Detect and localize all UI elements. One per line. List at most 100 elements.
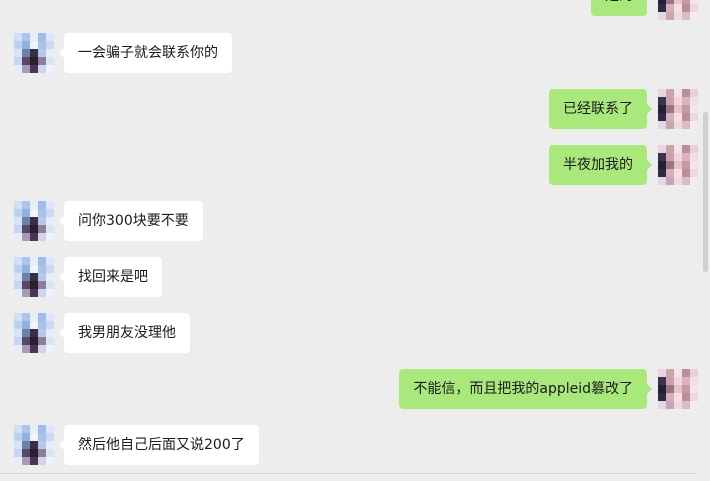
avatar-pixel <box>674 377 682 385</box>
avatar-pixel <box>690 121 698 129</box>
contact-avatar-self[interactable] <box>658 89 698 129</box>
avatar-pixel <box>22 265 30 273</box>
avatar-pixel <box>30 65 38 73</box>
avatar-pixel <box>30 441 38 449</box>
avatar-pixel <box>682 89 690 97</box>
avatar-pixel <box>22 329 30 337</box>
message-bubble-outgoing[interactable]: 是的 <box>591 0 652 16</box>
avatar-pixel <box>666 401 674 409</box>
avatar-pixel <box>38 433 46 441</box>
avatar-pixel <box>14 41 22 49</box>
avatar-pixel <box>666 97 674 105</box>
avatar-pixel <box>22 65 30 73</box>
message-bubble-incoming[interactable]: 我男朋友没理他 <box>59 313 190 353</box>
message-bubble-incoming[interactable]: 问你300块要不要 <box>59 201 203 241</box>
avatar-pixel <box>682 113 690 121</box>
avatar-pixel <box>14 65 22 73</box>
avatar-pixel <box>22 201 30 209</box>
avatar-pixel <box>14 33 22 41</box>
avatar-pixel <box>682 4 690 12</box>
avatar-pixel <box>14 313 22 321</box>
avatar-pixel <box>30 257 38 265</box>
avatar-pixel <box>38 425 46 433</box>
avatar-pixel <box>38 441 46 449</box>
avatar-pixel <box>674 369 682 377</box>
avatar-pixel <box>22 281 30 289</box>
avatar-pixel <box>682 385 690 393</box>
avatar-pixel <box>46 441 54 449</box>
avatar-pixel <box>682 177 690 185</box>
avatar-pixel <box>38 41 46 49</box>
avatar-pixel <box>38 321 46 329</box>
contact-avatar-other[interactable] <box>14 33 54 73</box>
message-bubble-outgoing[interactable]: 已经联系了 <box>549 89 652 129</box>
avatar-pixel <box>38 337 46 345</box>
avatar-pixel <box>22 425 30 433</box>
avatar-pixel <box>682 145 690 153</box>
avatar-pixel <box>666 393 674 401</box>
avatar-pixel <box>14 329 22 337</box>
avatar-pixel <box>674 12 682 20</box>
avatar-pixel <box>666 121 674 129</box>
avatar-pixel <box>14 281 22 289</box>
scrollbar[interactable] <box>703 112 708 272</box>
contact-avatar-self[interactable] <box>658 145 698 185</box>
avatar-pixel <box>30 289 38 297</box>
avatar-pixel <box>666 113 674 121</box>
avatar-pixel <box>38 457 46 465</box>
avatar-pixel <box>22 257 30 265</box>
avatar-pixel <box>666 161 674 169</box>
avatar-pixel <box>38 225 46 233</box>
avatar-pixel <box>46 337 54 345</box>
contact-avatar-self[interactable] <box>658 369 698 409</box>
avatar-pixel <box>666 377 674 385</box>
avatar-pixel <box>690 161 698 169</box>
avatar-pixel <box>46 233 54 241</box>
avatar-pixel <box>14 345 22 353</box>
avatar-pixel <box>46 289 54 297</box>
avatar-pixel <box>30 265 38 273</box>
avatar-pixel <box>46 345 54 353</box>
contact-avatar-other[interactable] <box>14 201 54 241</box>
avatar-pixel <box>14 49 22 57</box>
avatar-pixel <box>38 345 46 353</box>
avatar-pixel <box>658 153 666 161</box>
message-bubble-incoming[interactable]: 找回来是吧 <box>59 257 162 297</box>
avatar-pixel <box>658 401 666 409</box>
message-bubble-incoming[interactable]: 一会骗子就会联系你的 <box>59 33 232 73</box>
avatar-pixel <box>46 329 54 337</box>
avatar-pixel <box>46 433 54 441</box>
avatar-pixel <box>30 329 38 337</box>
avatar-pixel <box>658 105 666 113</box>
avatar-pixel <box>22 457 30 465</box>
avatar-pixel <box>674 393 682 401</box>
avatar-pixel <box>30 49 38 57</box>
avatar-pixel <box>14 201 22 209</box>
avatar-pixel <box>30 201 38 209</box>
message-bubble-incoming[interactable]: 然后他自己后面又说200了 <box>59 425 259 465</box>
avatar-pixel <box>22 217 30 225</box>
avatar-pixel <box>46 457 54 465</box>
avatar-pixel <box>666 145 674 153</box>
avatar-pixel <box>46 225 54 233</box>
contact-avatar-other[interactable] <box>14 257 54 297</box>
avatar-pixel <box>690 89 698 97</box>
contact-avatar-other[interactable] <box>14 313 54 353</box>
avatar-pixel <box>30 313 38 321</box>
avatar-pixel <box>682 12 690 20</box>
avatar-pixel <box>22 273 30 281</box>
avatar-pixel <box>674 121 682 129</box>
contact-avatar-other[interactable] <box>14 425 54 465</box>
avatar-pixel <box>46 425 54 433</box>
contact-avatar-self[interactable] <box>658 0 698 20</box>
avatar-pixel <box>38 217 46 225</box>
avatar-pixel <box>666 153 674 161</box>
message-bubble-outgoing[interactable]: 不能信，而且把我的appleid篡改了 <box>399 369 652 409</box>
avatar-pixel <box>658 113 666 121</box>
avatar-pixel <box>14 225 22 233</box>
avatar-pixel <box>30 209 38 217</box>
avatar-pixel <box>658 121 666 129</box>
avatar-pixel <box>14 449 22 457</box>
avatar-pixel <box>14 257 22 265</box>
message-bubble-outgoing[interactable]: 半夜加我的 <box>549 145 652 185</box>
